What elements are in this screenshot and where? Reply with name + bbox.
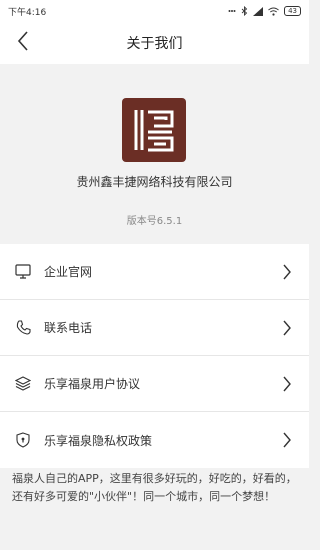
wifi-icon	[268, 7, 279, 16]
layers-icon	[14, 375, 32, 393]
status-icons: 43	[228, 6, 301, 16]
menu-item-label: 乐享福泉用户协议	[44, 377, 141, 391]
phone-icon	[14, 319, 32, 337]
menu-item-label: 联系电话	[44, 321, 93, 335]
status-bar: 下午4:16 43	[0, 0, 309, 22]
chevron-right-icon	[281, 431, 293, 449]
version-label: 版本号6.5.1	[126, 216, 183, 227]
monitor-icon	[14, 263, 32, 281]
app-description: 福泉人自己的APP，这里有很多好玩的，好吃的，好看的，还有好多可爱的"小伙伴"！…	[12, 472, 297, 503]
menu-item-label: 乐享福泉隐私权政策	[44, 433, 153, 448]
menu-item-label: 企业官网	[44, 265, 93, 279]
company-name: 贵州鑫丰捷网络科技有限公司	[76, 175, 233, 189]
status-time: 下午4:16	[8, 7, 47, 18]
app-logo	[122, 98, 186, 162]
menu-item-user-agreement[interactable]: 乐享福泉用户协议	[0, 356, 309, 412]
chevron-right-icon	[281, 375, 293, 393]
menu-item-website[interactable]: 企业官网	[0, 244, 309, 300]
battery-icon: 43	[284, 6, 301, 16]
signal-icon	[253, 6, 264, 16]
nav-bar: 关于我们	[0, 22, 309, 64]
about-header: 贵州鑫丰捷网络科技有限公司 版本号6.5.1	[0, 64, 309, 244]
shield-icon	[14, 431, 32, 449]
chevron-right-icon	[281, 263, 293, 281]
battery-level: 43	[288, 7, 297, 15]
menu-item-privacy-policy[interactable]: 乐享福泉隐私权政策	[0, 412, 309, 468]
bluetooth-icon	[241, 6, 248, 16]
back-arrow-icon	[17, 31, 29, 55]
page-title: 关于我们	[126, 36, 183, 52]
dots-icon	[228, 7, 236, 15]
about-menu: 企业官网 联系电话 乐享福泉用户协议 乐享福泉隐私权政策	[0, 244, 309, 468]
chevron-right-icon	[281, 319, 293, 337]
menu-item-phone[interactable]: 联系电话	[0, 300, 309, 356]
back-button[interactable]	[8, 28, 38, 58]
